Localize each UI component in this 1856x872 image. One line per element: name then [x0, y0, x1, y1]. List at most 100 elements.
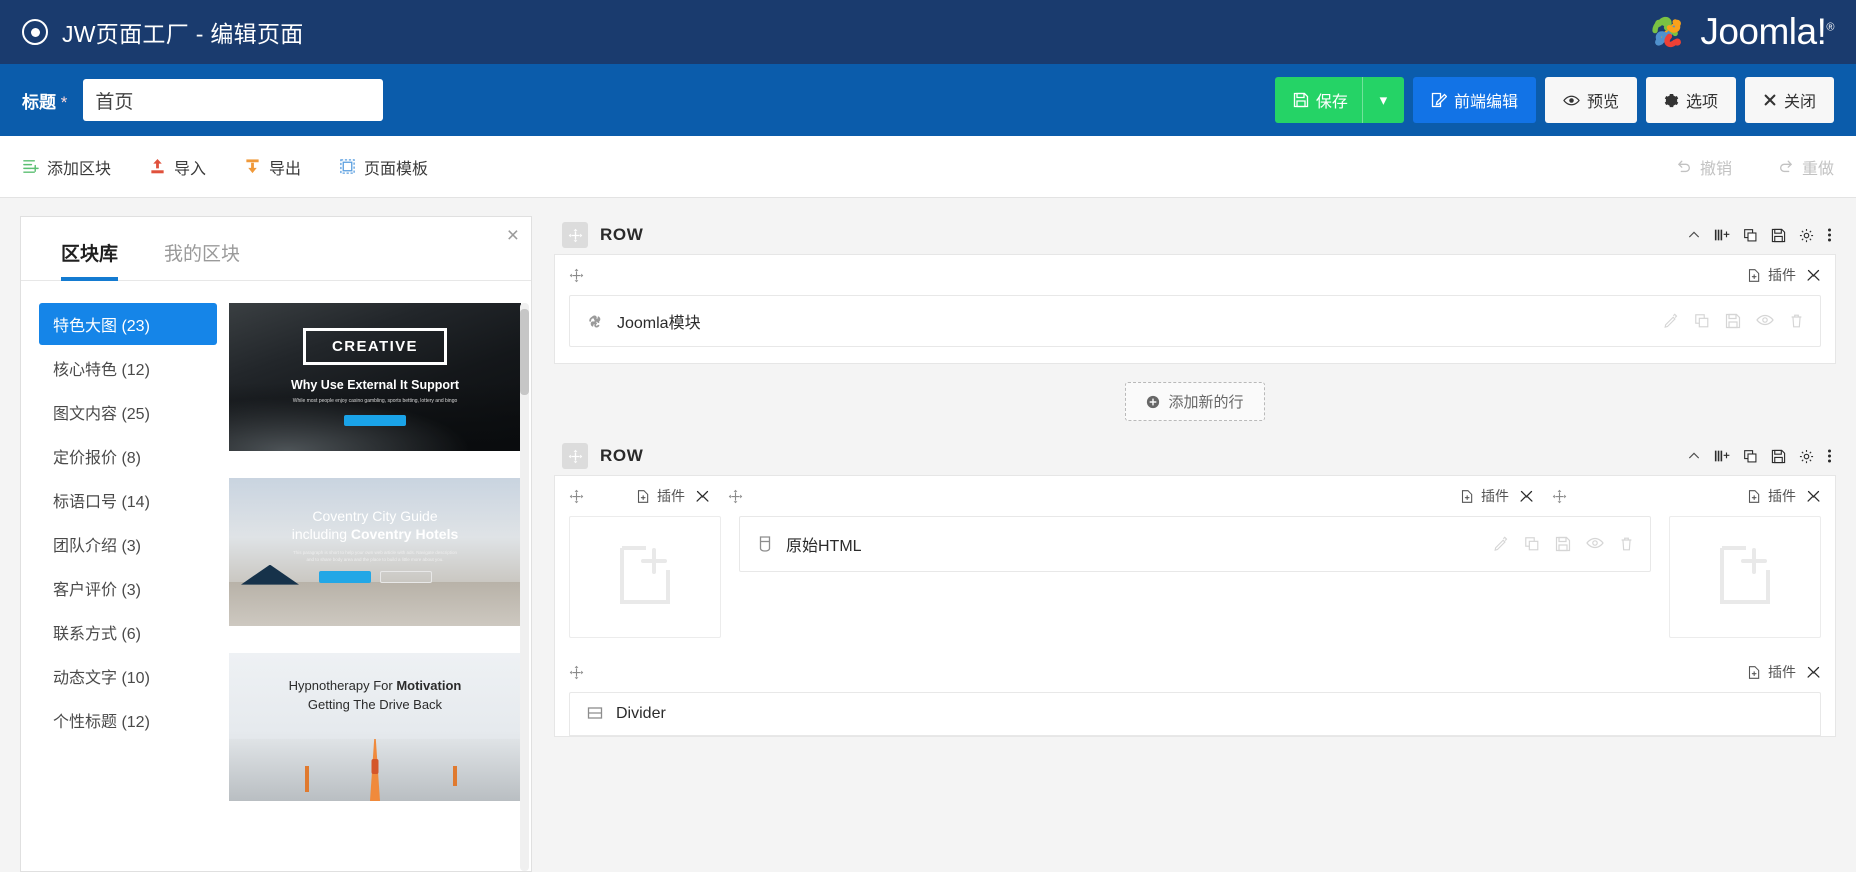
- add-block-icon: [22, 158, 39, 175]
- options-button[interactable]: 选项: [1646, 77, 1736, 123]
- block-library-panel: × 区块库 我的区块 特色大图 (23) 核心特色 (12) 图文内容 (25)…: [20, 216, 532, 872]
- kebab-menu-icon[interactable]: [1827, 448, 1832, 464]
- creative-hero-thumbnail[interactable]: CREATIVE Why Use External It Support Whi…: [229, 303, 521, 451]
- category-pricing[interactable]: 定价报价 (8): [39, 435, 217, 477]
- kebab-menu-icon[interactable]: [1827, 227, 1832, 243]
- undo-icon: [1676, 159, 1692, 175]
- add-new-row-button[interactable]: 添加新的行: [1125, 382, 1264, 421]
- gear-icon[interactable]: [1799, 228, 1814, 243]
- row-drag-handle[interactable]: [562, 222, 588, 248]
- preview-button[interactable]: 预览: [1545, 77, 1637, 123]
- joomla-brand-logo: Joomla!®: [1645, 9, 1834, 55]
- thumbnail-scrollbar-thumb[interactable]: [520, 309, 529, 395]
- app-topbar: JW页面工厂 - 编辑页面 Joomla!®: [0, 0, 1856, 64]
- category-featured-hero[interactable]: 特色大图 (23): [39, 303, 217, 345]
- save-icon[interactable]: [1771, 449, 1786, 464]
- page-template-button[interactable]: 页面模板: [339, 155, 428, 179]
- column-move-icon[interactable]: [728, 489, 743, 504]
- chevron-down-icon: ▾: [1380, 91, 1388, 109]
- add-column-icon[interactable]: [1714, 448, 1730, 464]
- category-team[interactable]: 团队介绍 (3): [39, 523, 217, 565]
- category-contact[interactable]: 联系方式 (6): [39, 611, 217, 653]
- coventry-cta-primary: [319, 571, 371, 583]
- trash-icon[interactable]: [1789, 313, 1804, 329]
- gear-icon[interactable]: [1799, 449, 1814, 464]
- category-dynamic-text[interactable]: 动态文字 (10): [39, 655, 217, 697]
- export-download-icon: [244, 158, 261, 175]
- hypnotherapy-heading-prefix: Hypnotherapy For: [289, 678, 397, 693]
- chevron-up-icon[interactable]: [1687, 228, 1701, 242]
- module-card-raw-html[interactable]: 原始HTML: [739, 516, 1651, 572]
- category-custom-heading[interactable]: 个性标题 (12): [39, 699, 217, 741]
- row2-col3-add-plugin-button[interactable]: 插件: [1747, 486, 1796, 506]
- duplicate-icon[interactable]: [1743, 449, 1758, 464]
- duplicate-icon[interactable]: [1694, 313, 1710, 329]
- row2-col2-add-plugin-button[interactable]: 插件: [1460, 486, 1509, 506]
- row2-column-bar: 插件 插件 插件: [555, 476, 1835, 516]
- row2-bottom-column-bar: 插件: [555, 652, 1835, 692]
- column-move-icon[interactable]: [1552, 489, 1567, 504]
- toolbar-actions: 保存 ▾ 前端编辑 预览 选项: [1275, 77, 1834, 123]
- duplicate-icon[interactable]: [1743, 228, 1758, 243]
- close-icon[interactable]: ×: [507, 225, 519, 246]
- close-button[interactable]: 关闭: [1745, 77, 1834, 123]
- block-library-tabs: 区块库 我的区块: [21, 217, 531, 281]
- save-icon[interactable]: [1555, 536, 1571, 552]
- save-icon[interactable]: [1725, 313, 1741, 329]
- target-circle-icon: [22, 19, 48, 45]
- column-move-icon[interactable]: [569, 268, 584, 283]
- import-button[interactable]: 导入: [149, 155, 206, 179]
- module-name: 原始HTML: [786, 532, 862, 556]
- module-card-joomla[interactable]: Joomla模块: [569, 295, 1821, 347]
- wrench-icon[interactable]: [1519, 489, 1534, 504]
- duplicate-icon[interactable]: [1524, 536, 1540, 552]
- module-card-divider[interactable]: Divider: [569, 692, 1821, 736]
- eye-icon[interactable]: [1756, 313, 1774, 329]
- column-move-icon[interactable]: [569, 489, 584, 504]
- creative-heading: Why Use External It Support: [291, 378, 459, 392]
- page-title-input[interactable]: [83, 79, 383, 121]
- row-label: ROW: [600, 446, 643, 466]
- category-text-image[interactable]: 图文内容 (25): [39, 391, 217, 433]
- category-slogan[interactable]: 标语口号 (14): [39, 479, 217, 521]
- frontend-edit-button[interactable]: 前端编辑: [1413, 77, 1536, 123]
- hypnotherapy-hero-thumbnail[interactable]: Hypnotherapy For Motivation Getting The …: [229, 653, 521, 801]
- add-block-button[interactable]: 添加区块: [22, 155, 111, 179]
- row2-col1-add-plugin-button[interactable]: 插件: [636, 486, 685, 506]
- wrench-icon[interactable]: [1806, 489, 1821, 504]
- coventry-hero-thumbnail[interactable]: Coventry City Guide including Coventry H…: [229, 478, 521, 626]
- wrench-icon[interactable]: [1806, 268, 1821, 283]
- wrench-icon[interactable]: [695, 489, 710, 504]
- editor-subtoolbar: 添加区块 导入 导出 页面模板 撤销 重做: [0, 136, 1856, 198]
- save-button[interactable]: 保存: [1275, 77, 1362, 123]
- row-drag-handle[interactable]: [562, 443, 588, 469]
- tab-my-blocks[interactable]: 我的区块: [164, 239, 240, 280]
- category-testimonials[interactable]: 客户评价 (3): [39, 567, 217, 609]
- wrench-icon[interactable]: [1806, 665, 1821, 680]
- trash-icon[interactable]: [1619, 536, 1634, 552]
- empty-column-placeholder-right[interactable]: [1669, 516, 1821, 638]
- row1-add-plugin-button[interactable]: 插件: [1747, 265, 1796, 285]
- eye-icon[interactable]: [1586, 536, 1604, 552]
- edit-icon[interactable]: [1493, 536, 1509, 552]
- row-toolbar-1: [1687, 227, 1832, 243]
- column-move-icon[interactable]: [569, 665, 584, 680]
- add-column-icon[interactable]: [1714, 227, 1730, 243]
- row2-bottom-plugin-label: 插件: [1768, 662, 1796, 682]
- chevron-up-icon[interactable]: [1687, 449, 1701, 463]
- coventry-heading-line2: including Coventry Hotels: [292, 526, 459, 542]
- export-button[interactable]: 导出: [244, 155, 301, 179]
- creative-cta-button: [344, 415, 406, 426]
- row2-bottom-add-plugin-button[interactable]: 插件: [1747, 662, 1796, 682]
- title-label-text: 标题: [22, 93, 56, 112]
- empty-column-placeholder-left[interactable]: [569, 516, 721, 638]
- save-icon[interactable]: [1771, 228, 1786, 243]
- tab-block-library[interactable]: 区块库: [61, 239, 118, 280]
- redo-button[interactable]: 重做: [1778, 155, 1834, 179]
- edit-icon[interactable]: [1663, 313, 1679, 329]
- registered-mark: ®: [1826, 22, 1834, 34]
- undo-button[interactable]: 撤销: [1676, 155, 1732, 179]
- save-dropdown-toggle[interactable]: ▾: [1362, 77, 1404, 123]
- category-core-features[interactable]: 核心特色 (12): [39, 347, 217, 389]
- row-header-2: ROW: [554, 437, 1836, 475]
